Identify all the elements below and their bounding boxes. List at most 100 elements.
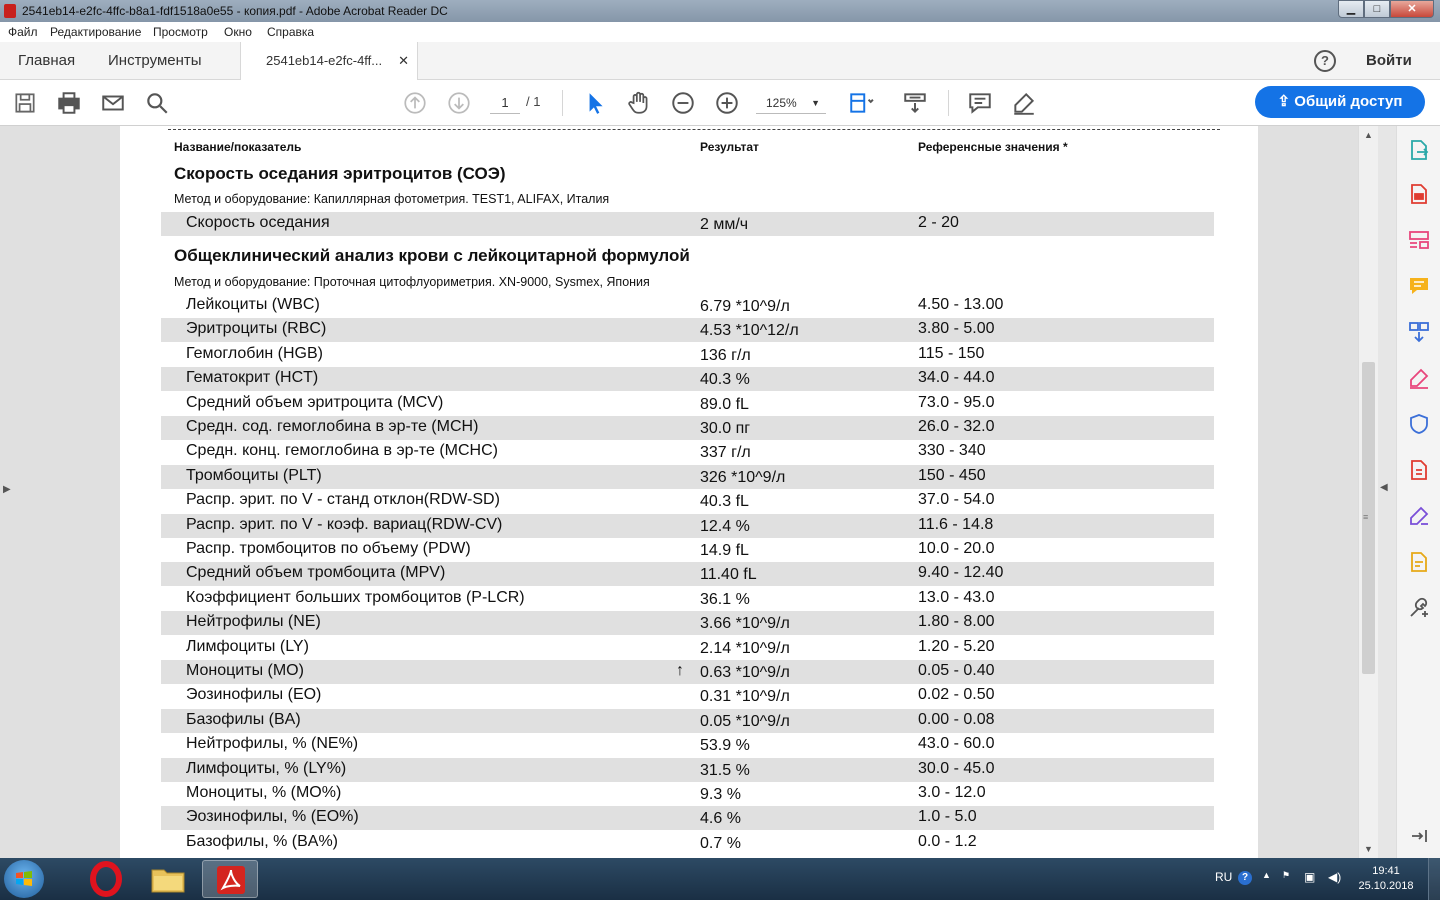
indicator-name: Средний объем тромбоцита (MPV): [186, 564, 446, 582]
pdf-file-icon: [4, 4, 16, 18]
export-pdf-icon[interactable]: [1407, 138, 1431, 162]
menu-edit[interactable]: Редактирование: [50, 25, 141, 39]
zoom-select[interactable]: 125% ▼: [756, 92, 826, 114]
select-cursor-icon[interactable]: [582, 90, 608, 116]
zoom-out-icon[interactable]: [670, 90, 696, 116]
fit-page-icon[interactable]: [848, 90, 874, 116]
table-row: Моноциты, % (MO%) 9.3 % 3.0 - 12.0: [161, 782, 1214, 806]
indicator-name: Распр. тромбоцитов по объему (PDW): [186, 540, 471, 557]
indicator-name: Лейкоциты (WBC): [186, 296, 320, 313]
send-for-signature-icon[interactable]: [1407, 504, 1431, 528]
fill-sign-icon[interactable]: [1407, 366, 1431, 390]
indicator-name: Гематокрит (HCT): [186, 369, 319, 387]
highlight-pen-icon[interactable]: [1011, 90, 1037, 116]
column-header-reference: Референсные значения *: [918, 140, 1068, 154]
result-value: 36.1 %: [700, 590, 750, 608]
volume-icon[interactable]: ◀): [1328, 870, 1341, 884]
close-window-button[interactable]: ✕: [1390, 0, 1434, 18]
share-label: Общий доступ: [1294, 93, 1403, 110]
menu-view[interactable]: Просмотр: [153, 25, 208, 39]
previous-page-icon[interactable]: [402, 90, 428, 116]
result-value: 30.0 пг: [700, 420, 751, 437]
language-help-icon[interactable]: ?: [1238, 871, 1252, 885]
scroll-mode-icon[interactable]: [902, 90, 928, 116]
left-pane-expand-icon[interactable]: ▶: [3, 484, 11, 495]
edit-pdf-icon[interactable]: [1407, 228, 1431, 252]
tab-tools[interactable]: Инструменты: [108, 42, 202, 80]
result-value: 6.79 *10^9/л: [700, 298, 790, 315]
reference-range: 0.02 - 0.50: [918, 686, 995, 704]
indicator-name: Нейтрофилы (NE): [186, 613, 321, 631]
table-row: Скорость оседания 2 мм/ч 2 - 20: [161, 212, 1214, 236]
minimize-button[interactable]: ▁: [1338, 0, 1364, 18]
start-button[interactable]: [4, 860, 44, 898]
taskbar-acrobat[interactable]: [202, 860, 258, 898]
tab-close-icon[interactable]: ✕: [398, 42, 409, 80]
vertical-scrollbar[interactable]: ▲ ≡ ▼: [1358, 126, 1378, 858]
next-page-icon[interactable]: [446, 90, 472, 116]
windows-logo-icon: [16, 871, 32, 886]
help-icon[interactable]: ?: [1314, 50, 1336, 72]
hand-tool-icon[interactable]: [626, 90, 652, 116]
indicator-name: Гемоглобин (HGB): [186, 344, 323, 362]
table-row: Распр. эрит. по V - коэф. вариац(RDW-CV)…: [161, 513, 1214, 538]
email-icon[interactable]: [100, 90, 126, 116]
scroll-grip-icon: ≡: [1363, 512, 1369, 522]
scroll-down-arrow-icon[interactable]: ▼: [1364, 844, 1373, 854]
zoom-in-icon[interactable]: [714, 90, 740, 116]
folder-icon: [151, 869, 185, 893]
toolbar: 1 / 1 125% ▼ ⇪ Общий доступ: [0, 80, 1440, 126]
share-icon: ⇪: [1277, 93, 1295, 110]
print-icon[interactable]: [56, 90, 82, 116]
signin-button[interactable]: Войти: [1366, 52, 1412, 69]
result-value: 9.3 %: [700, 786, 741, 803]
scroll-up-arrow-icon[interactable]: ▲: [1364, 130, 1373, 140]
language-indicator[interactable]: RU: [1215, 870, 1232, 884]
share-button[interactable]: ⇪ Общий доступ: [1255, 86, 1425, 118]
result-value: 4.53 *10^12/л: [700, 322, 799, 340]
send-track-icon[interactable]: [1407, 550, 1431, 574]
show-desktop-button[interactable]: [1428, 858, 1440, 900]
indicator-name: Нейтрофилы, % (NE%): [186, 735, 359, 753]
table-row: Гемоглобин (HGB) 136 г/л 115 - 150: [161, 343, 1214, 367]
reference-range: 150 - 450: [918, 466, 986, 484]
comment-icon[interactable]: [967, 90, 993, 116]
create-pdf-icon[interactable]: [1407, 182, 1431, 206]
action-center-icon[interactable]: ⚑: [1282, 870, 1290, 881]
table-row: Эозинофилы, % (EO%) 4.6 % 1.0 - 5.0: [161, 806, 1214, 831]
taskbar-explorer[interactable]: [140, 860, 196, 898]
menu-window[interactable]: Окно: [224, 25, 252, 39]
right-pane-collapse-icon[interactable]: ◀: [1380, 482, 1388, 493]
search-icon[interactable]: [144, 90, 170, 116]
system-clock[interactable]: 19:41 25.10.2018: [1356, 864, 1416, 894]
menu-file[interactable]: Файл: [8, 25, 38, 39]
indicator-name: Коэффициент больших тромбоцитов (P-LCR): [186, 588, 525, 606]
more-tools-icon[interactable]: [1407, 596, 1431, 620]
reference-range: 10.0 - 20.0: [918, 540, 995, 557]
section-method: Метод и оборудование: Проточная цитофлуо…: [174, 275, 650, 289]
protect-shield-icon[interactable]: [1407, 412, 1431, 436]
tray-expand-icon[interactable]: ▲: [1262, 870, 1271, 880]
zoom-value: 125%: [766, 96, 797, 110]
dotted-divider: [168, 129, 1220, 130]
section-title: Общеклинический анализ крови с лейкоцита…: [174, 246, 690, 265]
maximize-button[interactable]: □: [1364, 0, 1390, 18]
network-icon[interactable]: ▣: [1304, 870, 1315, 884]
save-icon[interactable]: [12, 90, 38, 116]
tab-document[interactable]: 2541eb14-e2fc-4ff... ✕: [240, 42, 418, 81]
tab-home[interactable]: Главная: [18, 42, 75, 80]
document-viewport[interactable]: ▶ Название/показатель Результат Референс…: [0, 126, 1378, 858]
taskbar-opera[interactable]: [78, 860, 134, 898]
page-number-input[interactable]: 1: [490, 92, 520, 114]
compress-pdf-icon[interactable]: [1407, 458, 1431, 482]
result-value: 0.63 *10^9/л: [700, 664, 790, 681]
result-value: 0.31 *10^9/л: [700, 688, 790, 706]
menu-help[interactable]: Справка: [267, 25, 314, 39]
result-value: 2 мм/ч: [700, 216, 749, 233]
comment-tool-icon[interactable]: [1407, 274, 1431, 298]
collapse-pane-icon[interactable]: [1407, 824, 1431, 848]
combine-files-icon[interactable]: [1407, 320, 1431, 344]
indicator-name: Эозинофилы, % (EO%): [186, 808, 359, 826]
result-value: 31.5 %: [700, 761, 750, 779]
reference-range: 13.0 - 43.0: [918, 588, 995, 606]
